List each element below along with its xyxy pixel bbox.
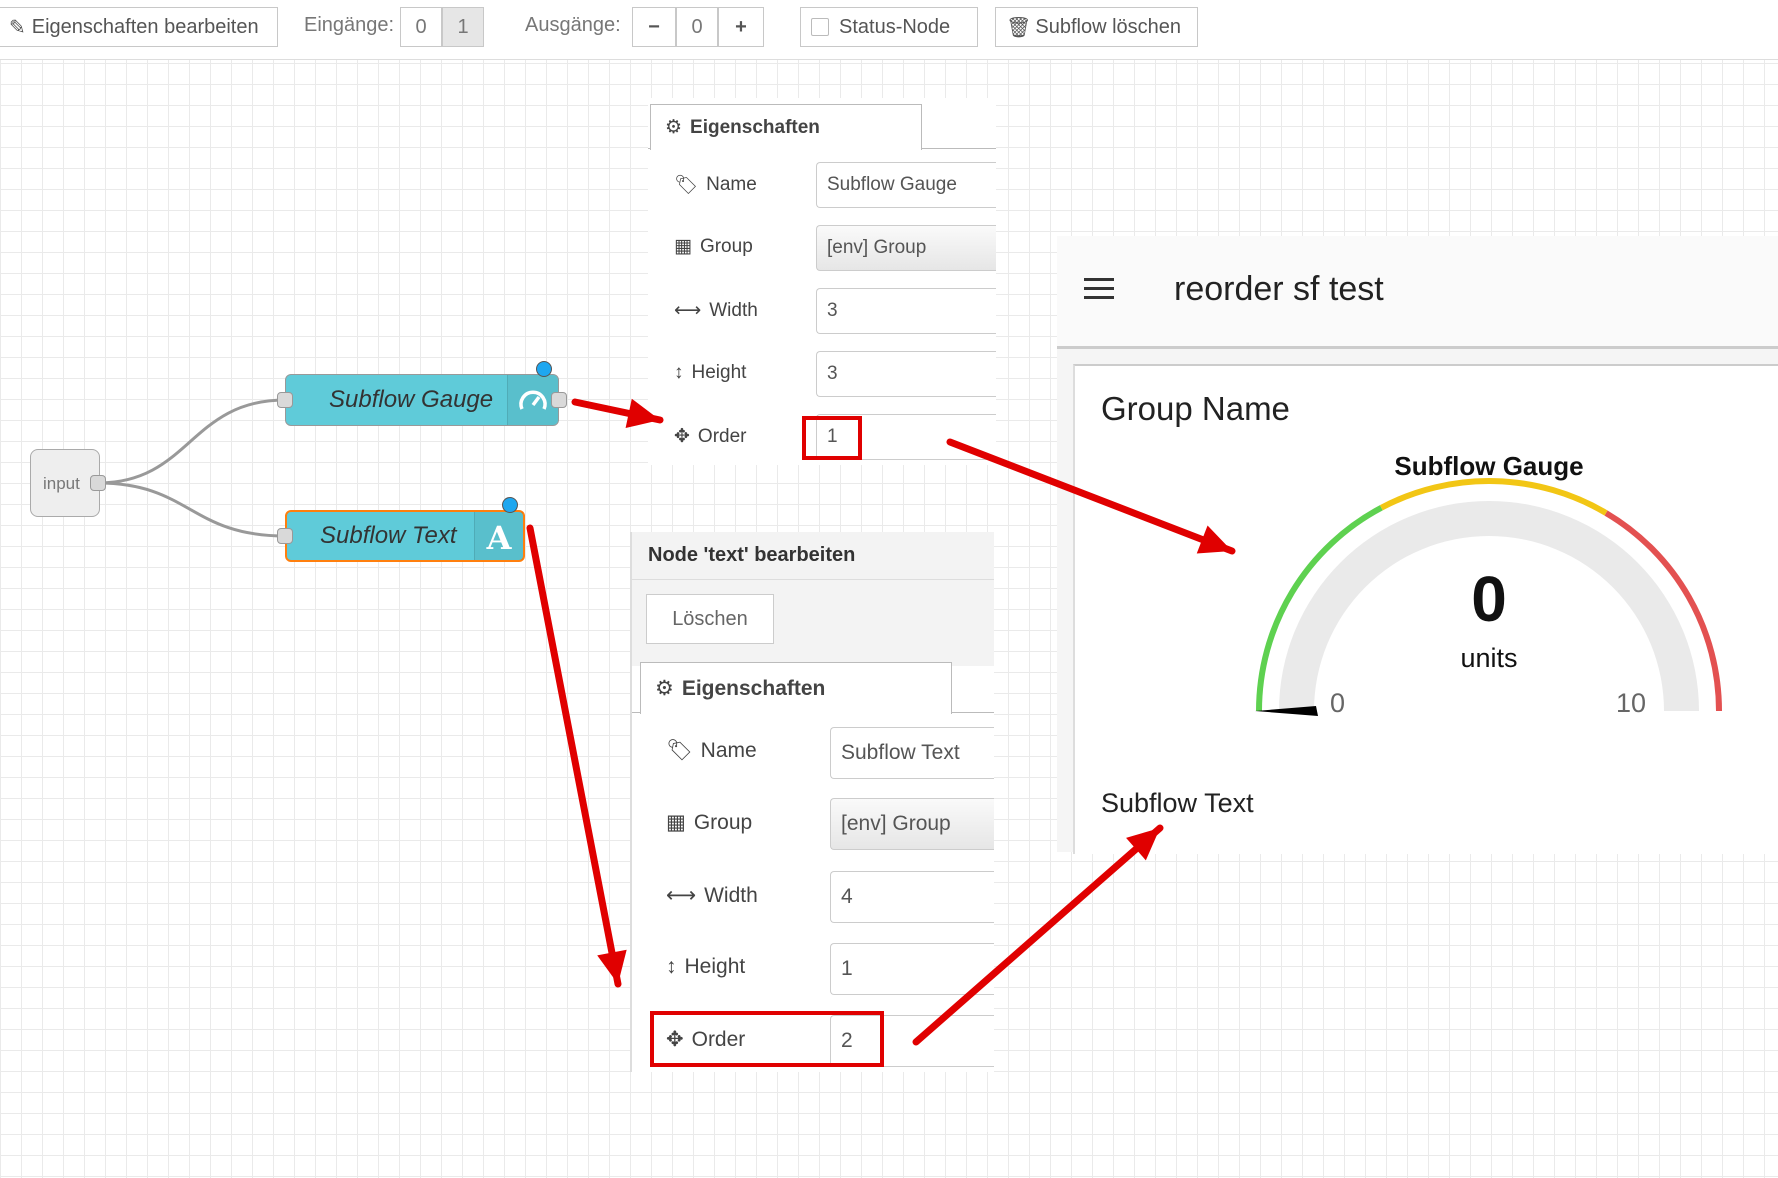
annotation-arrow-line-2 xyxy=(946,438,1236,555)
annotation-arrow-head-3 xyxy=(597,949,627,984)
annotation-arrow-line-3 xyxy=(526,524,622,988)
annotation-arrow-head-1 xyxy=(625,398,660,429)
annotation-arrows xyxy=(526,398,1236,1046)
annotation-arrow-line-4 xyxy=(912,824,1164,1046)
